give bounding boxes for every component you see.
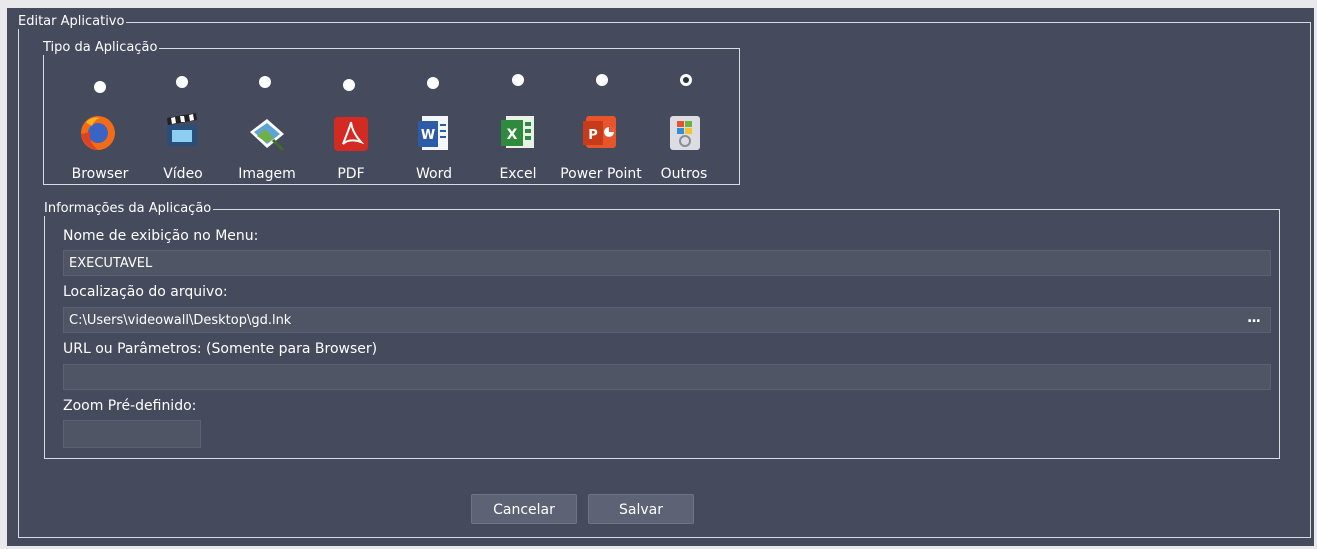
edit-app-panel: Editar Aplicativo Tipo da Aplicação W X … bbox=[7, 8, 1314, 546]
excel-icon: X bbox=[501, 116, 534, 148]
zoom-field[interactable] bbox=[63, 420, 201, 448]
clapperboard-icon bbox=[167, 113, 197, 146]
radio-outros[interactable] bbox=[680, 74, 692, 86]
url-field[interactable] bbox=[63, 364, 1271, 390]
location-label: Localização do arquivo: bbox=[63, 284, 228, 300]
pdf-icon bbox=[334, 117, 368, 151]
url-label: URL ou Parâmetros: (Somente para Browser… bbox=[63, 341, 378, 357]
app-label-outros: Outros bbox=[660, 166, 708, 182]
browse-button[interactable]: ... bbox=[1247, 310, 1261, 326]
app-type-group: Tipo da Aplicação bbox=[43, 41, 740, 185]
app-type-title: Tipo da Aplicação bbox=[43, 40, 158, 55]
windows-generic-icon bbox=[670, 116, 700, 150]
zoom-label: Zoom Pré-definido: bbox=[63, 398, 197, 414]
radio-video[interactable] bbox=[176, 76, 188, 88]
radio-excel[interactable] bbox=[512, 74, 524, 86]
image-icon bbox=[250, 119, 285, 152]
radio-pdf[interactable] bbox=[343, 79, 355, 91]
svg-text:W: W bbox=[421, 128, 435, 143]
app-label-browser: Browser bbox=[71, 166, 129, 182]
app-label-powerpoint: Power Point bbox=[560, 166, 642, 182]
radio-browser[interactable] bbox=[94, 81, 106, 93]
app-label-word: Word bbox=[416, 166, 452, 182]
app-label-excel: Excel bbox=[499, 166, 537, 182]
app-label-imagem: Imagem bbox=[238, 166, 296, 182]
edit-app-title: Editar Aplicativo bbox=[18, 14, 125, 29]
name-label: Nome de exibição no Menu: bbox=[63, 228, 259, 244]
app-info-title: Informações da Aplicação bbox=[44, 201, 212, 216]
name-field[interactable] bbox=[63, 250, 1271, 276]
location-field[interactable] bbox=[63, 307, 1271, 333]
word-icon: W bbox=[418, 116, 448, 150]
svg-text:P: P bbox=[588, 128, 598, 143]
app-label-pdf: PDF bbox=[337, 166, 365, 182]
app-label-video: Vídeo bbox=[163, 166, 203, 182]
svg-text:X: X bbox=[507, 127, 518, 143]
radio-imagem[interactable] bbox=[259, 76, 271, 88]
save-button[interactable]: Salvar bbox=[588, 494, 694, 524]
powerpoint-icon: P bbox=[583, 116, 616, 148]
cancel-button[interactable]: Cancelar bbox=[471, 494, 577, 524]
radio-powerpoint[interactable] bbox=[596, 74, 608, 86]
firefox-icon bbox=[81, 116, 115, 150]
radio-word[interactable] bbox=[427, 77, 439, 89]
